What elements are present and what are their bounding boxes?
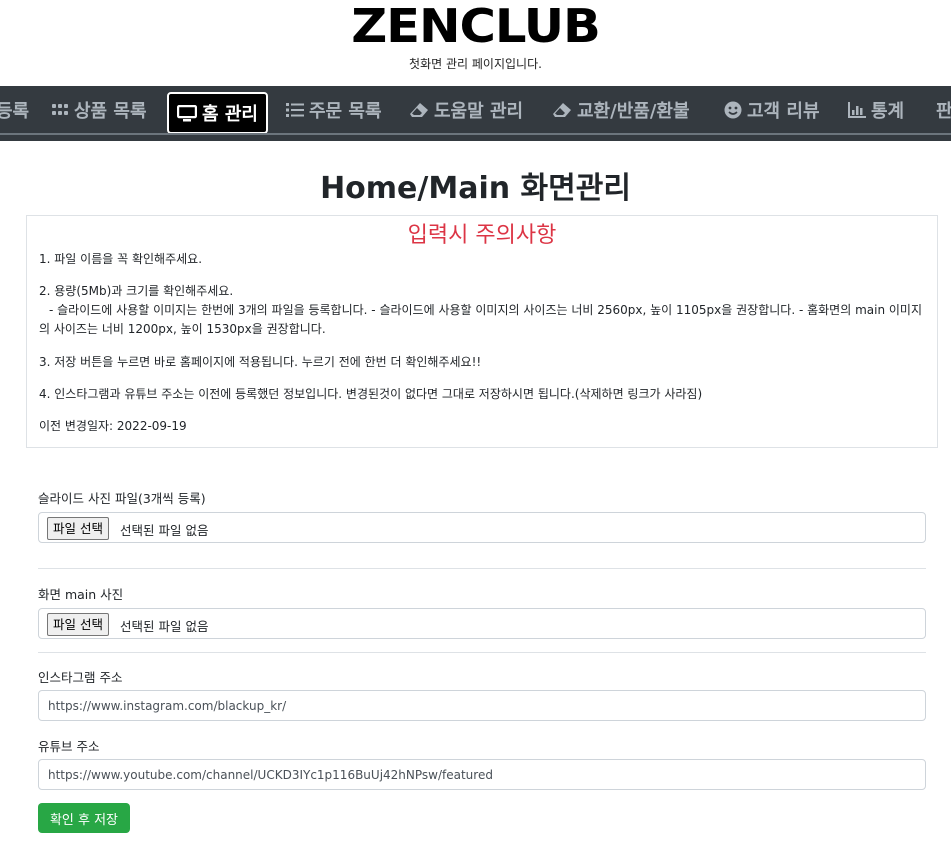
nav-item-products[interactable]: 상품 목록 [52,86,147,133]
save-button[interactable]: 확인 후 저장 [38,803,130,833]
nav-bottom-strip [0,135,951,141]
eraser-icon [553,102,572,118]
nav-item-orders[interactable]: 주문 목록 [286,86,382,133]
grid-icon [52,103,69,116]
monitor-icon [177,104,197,122]
notice-box: 입력시 주의사항 1. 파일 이름을 꼭 확인해주세요. 2. 용량(5Mb)과… [26,215,938,448]
nav-item-help[interactable]: 도움말 관리 [410,86,523,133]
divider [38,652,926,653]
eraser-icon [410,102,429,118]
nav-item-label: 교환/반품/환불 [577,100,690,122]
last-modified-date: 이전 변경일자: 2022-09-19 [39,419,187,433]
nav-item-label: 등록 [0,100,30,122]
slide-upload-label: 슬라이드 사진 파일(3개씩 등록) [38,491,206,506]
nav-item-label: 판 [936,100,951,122]
instagram-url-input[interactable] [38,690,926,721]
notice-line-2-detail: - 슬라이드에 사용할 이미지는 한번에 3개의 파일을 등록합니다. - 슬라… [39,303,922,336]
notice-line-1: 1. 파일 이름을 꼭 확인해주세요. [39,252,203,266]
nav-item-label: 주문 목록 [309,100,382,122]
main-file-status: 선택된 파일 없음 [120,619,209,634]
slide-file-choose-button[interactable]: 파일 선택 [47,517,109,540]
main-file-input[interactable]: 파일 선택 선택된 파일 없음 [38,608,926,639]
chart-icon [848,101,866,118]
main-file-choose-button[interactable]: 파일 선택 [47,613,109,636]
notice-line-4: 4. 인스타그램과 유튜브 주소는 이전에 등록했던 정보입니다. 변경된것이 … [39,387,703,401]
notice-title: 입력시 주의사항 [407,223,557,248]
nav-item-label: 홈 관리 [202,104,258,125]
smile-icon [724,101,742,119]
list-icon [286,102,304,117]
nav-item-exchange[interactable]: 교환/반품/환불 [553,86,690,133]
nav-item-reviews[interactable]: 고객 리뷰 [724,86,820,133]
nav-item-stats[interactable]: 통계 [848,86,904,133]
youtube-label: 유튜브 주소 [38,739,100,754]
nav-item-label: 통계 [871,100,905,122]
notice-line-2: 2. 용량(5Mb)과 크기를 확인해주세요. [39,284,234,298]
instagram-label: 인스타그램 주소 [38,670,123,685]
slide-file-input[interactable]: 파일 선택 선택된 파일 없음 [38,512,926,543]
nav-item-home[interactable]: 홈 관리 [167,92,268,133]
nav-item-label: 도움말 관리 [434,100,524,122]
main-upload-label: 화면 main 사진 [38,587,124,602]
slide-file-status: 선택된 파일 없음 [120,523,209,538]
youtube-url-input[interactable] [38,759,926,790]
notice-line-3: 3. 저장 버튼을 누르면 바로 홈페이지에 적용됩니다. 누르기 전에 한번 … [39,355,482,369]
nav-item-label: 상품 목록 [74,100,147,122]
brand-subtitle: 첫화면 관리 페이지입니다. [409,57,542,71]
nav-item-more[interactable]: 판 [936,86,951,133]
page-title: Home/Main 화면관리 [320,171,631,206]
nav-item-label: 고객 리뷰 [747,100,820,122]
brand-logo: ZENCLUB [351,0,601,53]
divider [38,568,926,569]
nav-item-register[interactable]: 등록 [0,86,29,133]
top-nav: 등록 상품 목록 홈 관리 주문 목록 [0,86,951,135]
